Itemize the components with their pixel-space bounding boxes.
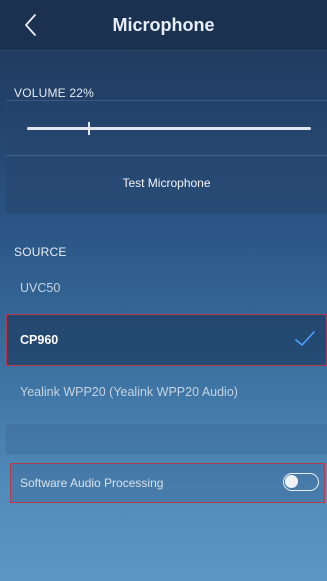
source-item-label: UVC50 bbox=[20, 281, 61, 295]
source-list: UVC50 CP960 Yealink WPP20 (Yealink WPP20… bbox=[6, 262, 327, 418]
software-audio-processing-label: Software Audio Processing bbox=[20, 476, 164, 490]
checkmark-icon bbox=[295, 331, 315, 346]
source-item-cp960[interactable]: CP960 bbox=[6, 314, 327, 366]
header-bar: Microphone bbox=[0, 0, 327, 51]
software-audio-processing-toggle[interactable] bbox=[283, 473, 319, 491]
test-microphone-button[interactable]: Test Microphone bbox=[6, 156, 327, 210]
source-item-yealink-wpp20[interactable]: Yealink WPP20 (Yealink WPP20 Audio) bbox=[6, 366, 327, 418]
section-spacer bbox=[6, 424, 327, 454]
volume-section-label: VOLUME 22% bbox=[14, 86, 95, 100]
source-section-label: SOURCE bbox=[14, 245, 67, 259]
page-title: Microphone bbox=[112, 15, 215, 35]
chevron-left-icon bbox=[25, 14, 36, 36]
volume-section: Test Microphone bbox=[6, 100, 327, 213]
volume-slider[interactable] bbox=[27, 122, 311, 135]
microphone-settings-screen: Microphone VOLUME 22% Test Microphone SO… bbox=[0, 0, 327, 581]
source-item-label: CP960 bbox=[20, 333, 59, 347]
source-item-label: Yealink WPP20 (Yealink WPP20 Audio) bbox=[20, 385, 238, 399]
toggle-knob bbox=[285, 475, 298, 488]
source-item-uvc50[interactable]: UVC50 bbox=[6, 262, 327, 314]
volume-slider-thumb[interactable] bbox=[88, 122, 91, 135]
software-audio-processing-row: Software Audio Processing bbox=[10, 463, 325, 503]
back-button[interactable] bbox=[20, 11, 44, 39]
